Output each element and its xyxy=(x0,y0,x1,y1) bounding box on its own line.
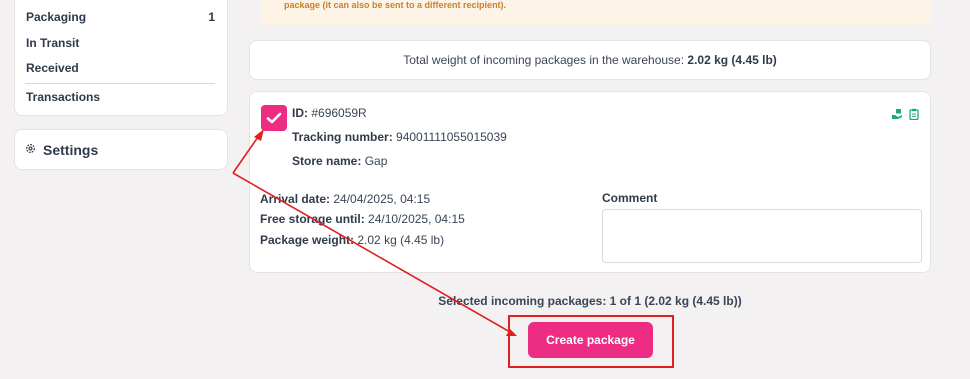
annotation-arrows xyxy=(232,129,517,336)
